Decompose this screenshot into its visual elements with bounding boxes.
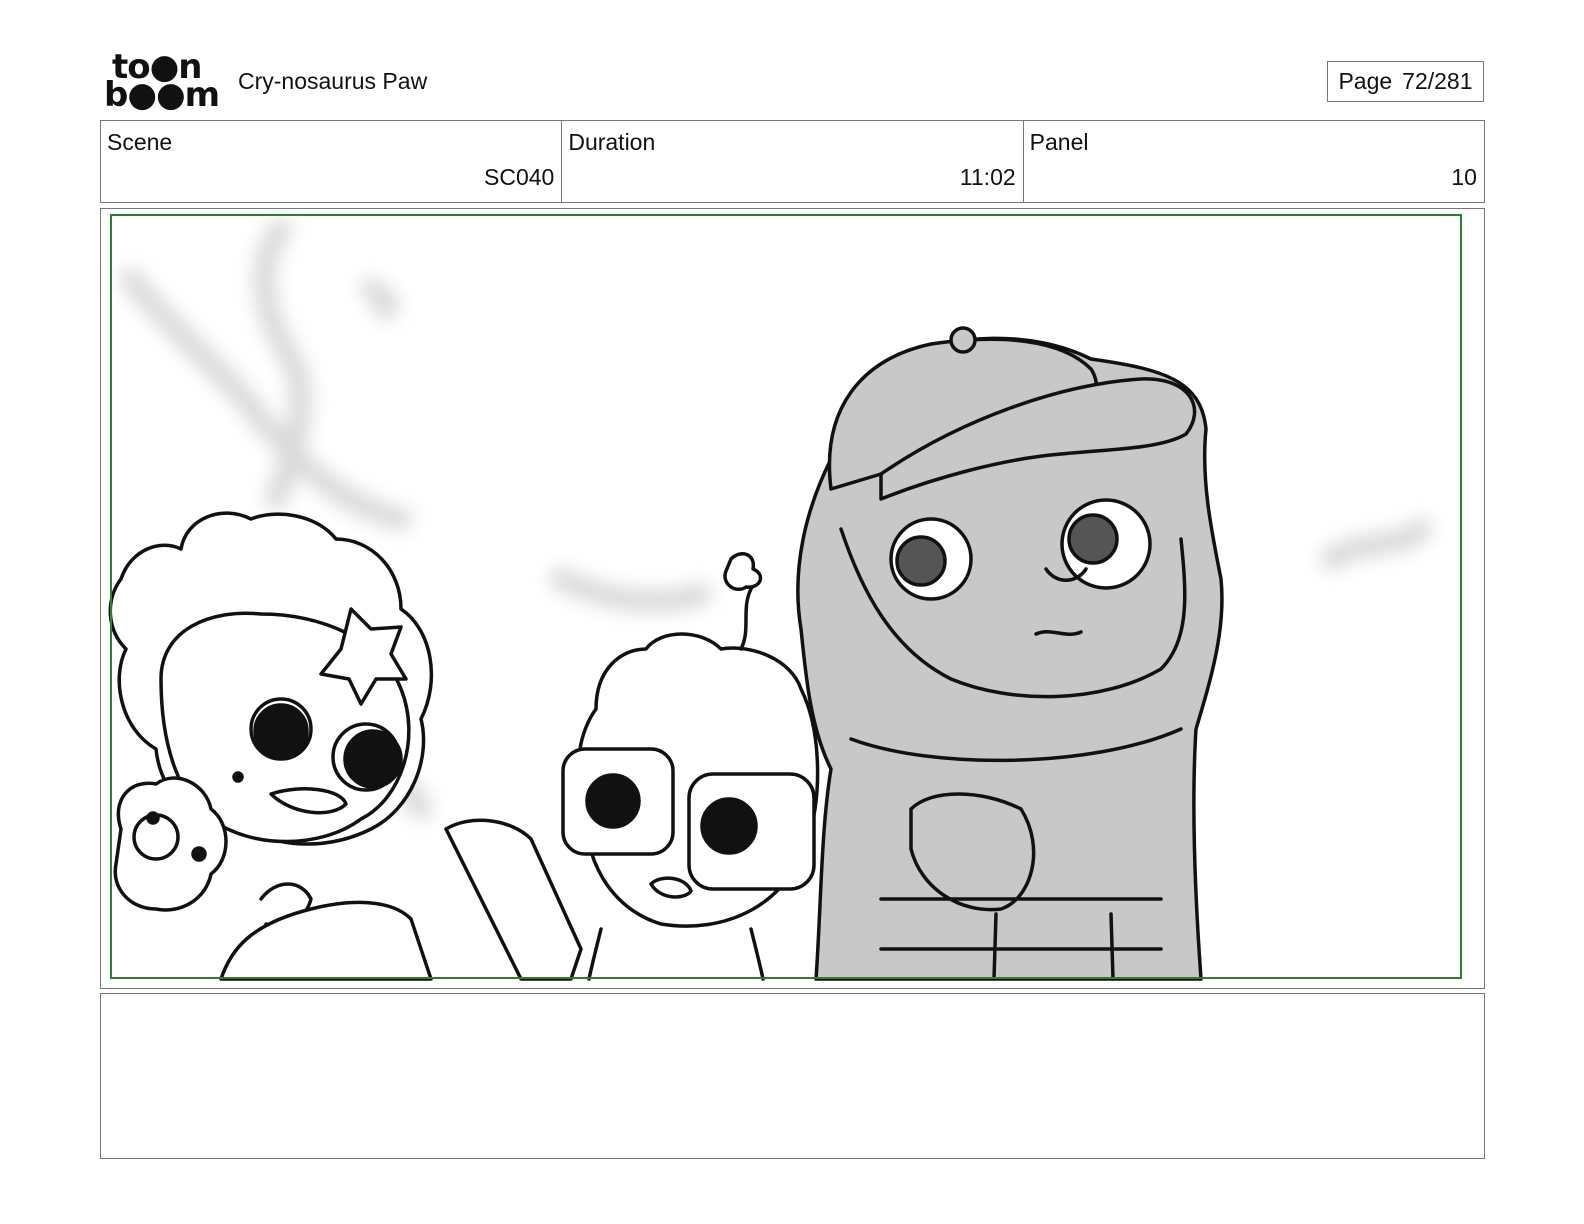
scene-label: Scene xyxy=(107,129,173,155)
girl-with-star xyxy=(108,511,434,981)
panel-notes-box[interactable] xyxy=(100,993,1485,1159)
info-table: Scene SC040 Duration 11:02 Panel 10 xyxy=(100,120,1485,203)
duration-label: Duration xyxy=(568,129,656,155)
scene-value: SC040 xyxy=(484,164,555,190)
duration-cell: Duration 11:02 xyxy=(562,121,1024,202)
toon-boom-logo: to●n b●●m xyxy=(104,50,220,115)
page-value: 72/281 xyxy=(1402,68,1473,94)
duration-value: 11:02 xyxy=(959,164,1016,190)
project-title: Cry-nosaurus Paw xyxy=(238,68,428,94)
boy-with-glasses xyxy=(444,552,820,981)
scene-cell: Scene SC040 xyxy=(101,121,563,202)
panel-value: 10 xyxy=(1451,164,1477,190)
page-indicator: Page 72/281 xyxy=(1327,61,1484,102)
girl-with-cap xyxy=(796,326,1224,981)
panel-drawing xyxy=(108,214,1462,981)
storyboard-panel xyxy=(100,208,1485,989)
panel-label: Panel xyxy=(1029,129,1089,155)
logo-bottom-text: b●●m xyxy=(104,75,220,115)
panel-cell: Panel 10 xyxy=(1024,121,1484,202)
page-label: Page xyxy=(1338,68,1393,94)
